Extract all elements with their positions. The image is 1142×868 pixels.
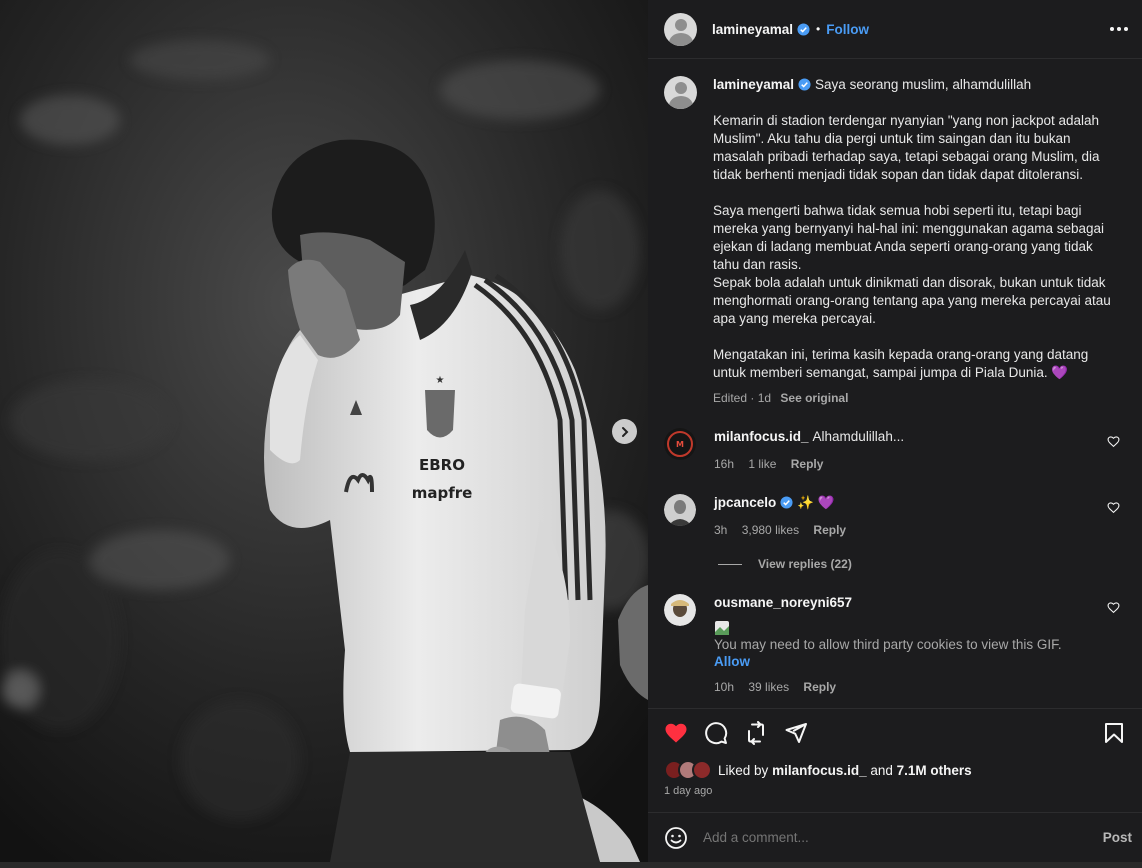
- comment-meta: 10h 39 likes Reply: [714, 680, 1104, 694]
- verified-badge-icon: [797, 22, 810, 36]
- divider-line: [718, 563, 742, 565]
- heart-icon[interactable]: [664, 721, 688, 745]
- likes-others[interactable]: 7.1M others: [897, 763, 972, 778]
- caption-paragraph-3: Sepak bola adalah untuk dinikmati dan di…: [713, 275, 1111, 326]
- gif-cookie-note: You may need to allow third party cookie…: [714, 637, 1062, 652]
- comment-age: 3h: [714, 523, 728, 537]
- comment-username[interactable]: jpcancelo: [714, 495, 776, 510]
- svg-text:★: ★: [436, 375, 445, 386]
- comment-likes[interactable]: 1 like: [748, 457, 776, 471]
- svg-text:M: M: [676, 440, 684, 449]
- caption-paragraph-4: Mengatakan ini, terima kasih kepada oran…: [713, 347, 1089, 380]
- edited-label: Edited · 1d: [713, 391, 772, 405]
- verified-badge-icon: [798, 78, 811, 91]
- heart-icon[interactable]: [1107, 501, 1120, 514]
- post-comment-button[interactable]: Post: [1103, 830, 1132, 845]
- comment-text: Alhamdulillah...: [812, 429, 905, 444]
- heart-icon[interactable]: [1107, 435, 1120, 448]
- liker-avatar: [692, 760, 712, 780]
- liker-avatars[interactable]: [664, 760, 716, 780]
- comment-likes[interactable]: 39 likes: [748, 680, 789, 694]
- caption-meta: Edited · 1d See original: [713, 391, 1118, 405]
- view-replies-button[interactable]: View replies (22): [718, 557, 852, 571]
- bookmark-icon[interactable]: [1102, 721, 1126, 745]
- comment-text: ✨ 💜: [797, 495, 835, 510]
- comment-input[interactable]: [703, 830, 1083, 845]
- reply-button[interactable]: Reply: [803, 680, 836, 694]
- likes-text: Liked by milanfocus.id_ and 7.1M others: [718, 763, 972, 778]
- post-media[interactable]: ★ EBRO mapfre: [0, 0, 648, 862]
- caption-first-line: lamineyamal Saya seorang muslim, alhamdul…: [713, 76, 1118, 94]
- follow-button[interactable]: Follow: [826, 22, 869, 37]
- separator-dot: •: [816, 22, 821, 36]
- add-comment-bar: Post: [648, 812, 1142, 862]
- post-header: lamineyamal • Follow: [648, 0, 1142, 59]
- broken-image-icon: [715, 621, 729, 635]
- next-media-button[interactable]: [612, 419, 637, 444]
- author-avatar[interactable]: [664, 12, 697, 46]
- commenter-avatar[interactable]: M: [664, 428, 696, 460]
- comment-meta: 3h 3,980 likes Reply: [714, 523, 1104, 537]
- caption-username[interactable]: lamineyamal: [713, 77, 794, 92]
- liker-username[interactable]: milanfocus.id_: [772, 763, 867, 778]
- bottom-strip: [0, 862, 1142, 868]
- caption-headline: Saya seorang muslim, alhamdulillah: [815, 77, 1032, 92]
- caption-paragraph-1: Kemarin di stadion terdengar nyanyian "y…: [713, 113, 1100, 182]
- commenter-avatar[interactable]: [664, 494, 696, 526]
- share-icon[interactable]: [784, 721, 808, 745]
- comment-age: 16h: [714, 457, 735, 471]
- post-details-panel: lamineyamal • Follow lamineyamal Saya seo…: [648, 0, 1142, 862]
- likes-and: and: [870, 762, 893, 778]
- post-photo: ★ EBRO mapfre: [0, 0, 648, 862]
- more-options-icon[interactable]: [1110, 22, 1128, 36]
- comment-username[interactable]: ousmane_noreyni657: [714, 595, 852, 610]
- see-original-link[interactable]: See original: [780, 391, 848, 405]
- post-timestamp: 1 day ago: [664, 785, 713, 797]
- heart-icon[interactable]: [1107, 601, 1120, 614]
- caption-paragraph-2: Saya mengerti bahwa tidak semua hobi sep…: [713, 203, 1104, 272]
- repost-icon[interactable]: [744, 721, 768, 745]
- caption-avatar[interactable]: [664, 76, 697, 109]
- commenter-avatar[interactable]: [664, 594, 696, 626]
- emoji-icon[interactable]: [664, 826, 688, 850]
- chevron-right-icon: [621, 426, 628, 437]
- verified-badge-icon: [780, 496, 793, 509]
- comment-username[interactable]: milanfocus.id_: [714, 429, 809, 444]
- liked-by-prefix: Liked by: [718, 762, 769, 778]
- view-replies-label: View replies (22): [758, 557, 852, 571]
- action-bar: [648, 708, 1142, 756]
- comment-meta: 16h 1 like Reply: [714, 457, 1104, 471]
- reply-button[interactable]: Reply: [791, 457, 824, 471]
- comment-icon[interactable]: [704, 721, 728, 745]
- post-caption: lamineyamal Saya seorang muslim, alhamdul…: [664, 76, 1134, 405]
- comment-likes[interactable]: 3,980 likes: [742, 523, 799, 537]
- jersey-sponsor-ebro: EBRO: [419, 456, 465, 474]
- jersey-sponsor-mapfre: mapfre: [412, 484, 473, 502]
- likes-summary: Liked by milanfocus.id_ and 7.1M others: [664, 760, 972, 780]
- allow-cookies-link[interactable]: Allow: [714, 654, 1104, 669]
- author-username[interactable]: lamineyamal: [712, 22, 793, 37]
- reply-button[interactable]: Reply: [813, 523, 846, 537]
- post-modal: ★ EBRO mapfre lamineyamal • Follow lamin…: [0, 0, 1142, 868]
- comment-age: 10h: [714, 680, 735, 694]
